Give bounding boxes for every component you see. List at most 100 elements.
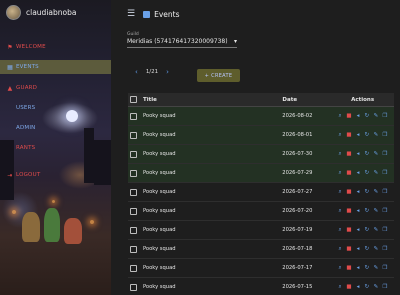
refresh-icon[interactable]: ↻ xyxy=(364,170,370,177)
top-bar: ☰ Events xyxy=(111,0,400,28)
edit-icon[interactable]: ✎ xyxy=(373,113,379,120)
search-icon[interactable]: ⌕ xyxy=(337,189,343,196)
search-icon[interactable]: ⌕ xyxy=(337,132,343,139)
refresh-icon[interactable]: ↻ xyxy=(364,227,370,234)
table-row: Pooky squad 2026-07-20 ⌕ ■ ◂ ↻ ✎ ❐ xyxy=(128,202,394,221)
users-icon xyxy=(7,105,13,111)
row-checkbox[interactable] xyxy=(130,264,137,272)
copy-icon[interactable]: ❐ xyxy=(382,170,388,177)
delete-icon[interactable]: ■ xyxy=(346,113,352,120)
refresh-icon[interactable]: ↻ xyxy=(364,284,370,291)
edit-icon[interactable]: ✎ xyxy=(373,151,379,158)
edit-icon[interactable]: ✎ xyxy=(373,265,379,272)
sidebar-item-rants[interactable]: RANTS xyxy=(0,141,111,155)
sidebar-item-admin[interactable]: ADMIN xyxy=(0,121,111,135)
search-icon[interactable]: ⌕ xyxy=(337,284,343,291)
announce-icon[interactable]: ◂ xyxy=(355,265,361,272)
search-icon[interactable]: ⌕ xyxy=(337,113,343,120)
delete-icon[interactable]: ■ xyxy=(346,227,352,234)
copy-icon[interactable]: ❐ xyxy=(382,151,388,158)
sidebar-item-users[interactable]: USERS xyxy=(0,101,111,115)
search-icon[interactable]: ⌕ xyxy=(337,170,343,177)
edit-icon[interactable]: ✎ xyxy=(373,170,379,177)
username: claudiabnoba xyxy=(26,7,77,17)
edit-icon[interactable]: ✎ xyxy=(373,246,379,253)
hero-figure xyxy=(22,212,40,242)
row-checkbox[interactable] xyxy=(130,188,137,196)
sidebar-item-welcome[interactable]: ⚑ WELCOME xyxy=(0,40,111,54)
delete-icon[interactable]: ■ xyxy=(346,265,352,272)
announce-icon[interactable]: ◂ xyxy=(355,246,361,253)
row-date: 2026-08-01 xyxy=(282,132,313,138)
row-checkbox[interactable] xyxy=(130,283,137,291)
edit-icon[interactable]: ✎ xyxy=(373,189,379,196)
announce-icon[interactable]: ◂ xyxy=(355,151,361,158)
copy-icon[interactable]: ❐ xyxy=(382,189,388,196)
search-icon[interactable]: ⌕ xyxy=(337,265,343,272)
row-date: 2026-07-19 xyxy=(282,227,313,233)
guild-select-value[interactable]: Meridias (574176417320009738) ▾ xyxy=(127,38,237,48)
refresh-icon[interactable]: ↻ xyxy=(364,208,370,215)
copy-icon[interactable]: ❐ xyxy=(382,208,388,215)
announce-icon[interactable]: ◂ xyxy=(355,189,361,196)
refresh-icon[interactable]: ↻ xyxy=(364,189,370,196)
refresh-icon[interactable]: ↻ xyxy=(364,113,370,120)
copy-icon[interactable]: ❐ xyxy=(382,284,388,291)
delete-icon[interactable]: ■ xyxy=(346,189,352,196)
announce-icon[interactable]: ◂ xyxy=(355,284,361,291)
edit-icon[interactable]: ✎ xyxy=(373,208,379,215)
announce-icon[interactable]: ◂ xyxy=(355,132,361,139)
copy-icon[interactable]: ❐ xyxy=(382,246,388,253)
delete-icon[interactable]: ■ xyxy=(346,151,352,158)
search-icon[interactable]: ⌕ xyxy=(337,246,343,253)
delete-icon[interactable]: ■ xyxy=(346,246,352,253)
row-actions: ⌕ ■ ◂ ↻ ✎ ❐ xyxy=(337,246,394,253)
copy-icon[interactable]: ❐ xyxy=(382,265,388,272)
row-checkbox[interactable] xyxy=(130,150,137,158)
refresh-icon[interactable]: ↻ xyxy=(364,151,370,158)
guild-select[interactable]: Guild Meridias (574176417320009738) ▾ xyxy=(127,32,237,48)
refresh-icon[interactable]: ↻ xyxy=(364,246,370,253)
delete-icon[interactable]: ■ xyxy=(346,170,352,177)
chat-icon xyxy=(7,145,13,151)
row-date: 2026-07-15 xyxy=(282,284,313,290)
sidebar-item-guard[interactable]: ▲ GUARD xyxy=(0,81,111,95)
sidebar-item-events[interactable]: ▦ EVENTS xyxy=(0,60,111,74)
announce-icon[interactable]: ◂ xyxy=(355,170,361,177)
row-title: Pooky squad xyxy=(142,189,176,195)
announce-icon[interactable]: ◂ xyxy=(355,208,361,215)
announce-icon[interactable]: ◂ xyxy=(355,227,361,234)
delete-icon[interactable]: ■ xyxy=(346,284,352,291)
refresh-icon[interactable]: ↻ xyxy=(364,132,370,139)
announce-icon[interactable]: ◂ xyxy=(355,113,361,120)
copy-icon[interactable]: ❐ xyxy=(382,113,388,120)
user-profile[interactable]: claudiabnoba xyxy=(0,0,111,24)
edit-icon[interactable]: ✎ xyxy=(373,227,379,234)
prev-page-icon[interactable]: ‹ xyxy=(135,68,138,76)
row-checkbox[interactable] xyxy=(130,169,137,177)
table-header: Title Date Actions xyxy=(128,93,394,107)
hero-figure xyxy=(44,208,60,242)
delete-icon[interactable]: ■ xyxy=(346,208,352,215)
row-checkbox[interactable] xyxy=(130,131,137,139)
table-row: Pooky squad 2026-07-19 ⌕ ■ ◂ ↻ ✎ ❐ xyxy=(128,221,394,240)
row-checkbox[interactable] xyxy=(130,245,137,253)
copy-icon[interactable]: ❐ xyxy=(382,227,388,234)
copy-icon[interactable]: ❐ xyxy=(382,132,388,139)
search-icon[interactable]: ⌕ xyxy=(337,151,343,158)
search-icon[interactable]: ⌕ xyxy=(337,208,343,215)
select-all-checkbox[interactable] xyxy=(130,96,137,103)
next-page-icon[interactable]: › xyxy=(166,68,169,76)
sidebar-item-logout[interactable]: ⇥ LOGOUT xyxy=(0,168,111,182)
row-checkbox[interactable] xyxy=(130,112,137,120)
search-icon[interactable]: ⌕ xyxy=(337,227,343,234)
row-checkbox[interactable] xyxy=(130,226,137,234)
edit-icon[interactable]: ✎ xyxy=(373,132,379,139)
hamburger-icon[interactable]: ☰ xyxy=(127,9,135,19)
edit-icon[interactable]: ✎ xyxy=(373,284,379,291)
refresh-icon[interactable]: ↻ xyxy=(364,265,370,272)
create-button[interactable]: + CREATE xyxy=(197,69,240,82)
row-checkbox[interactable] xyxy=(130,207,137,215)
delete-icon[interactable]: ■ xyxy=(346,132,352,139)
row-actions: ⌕ ■ ◂ ↻ ✎ ❐ xyxy=(337,170,394,177)
